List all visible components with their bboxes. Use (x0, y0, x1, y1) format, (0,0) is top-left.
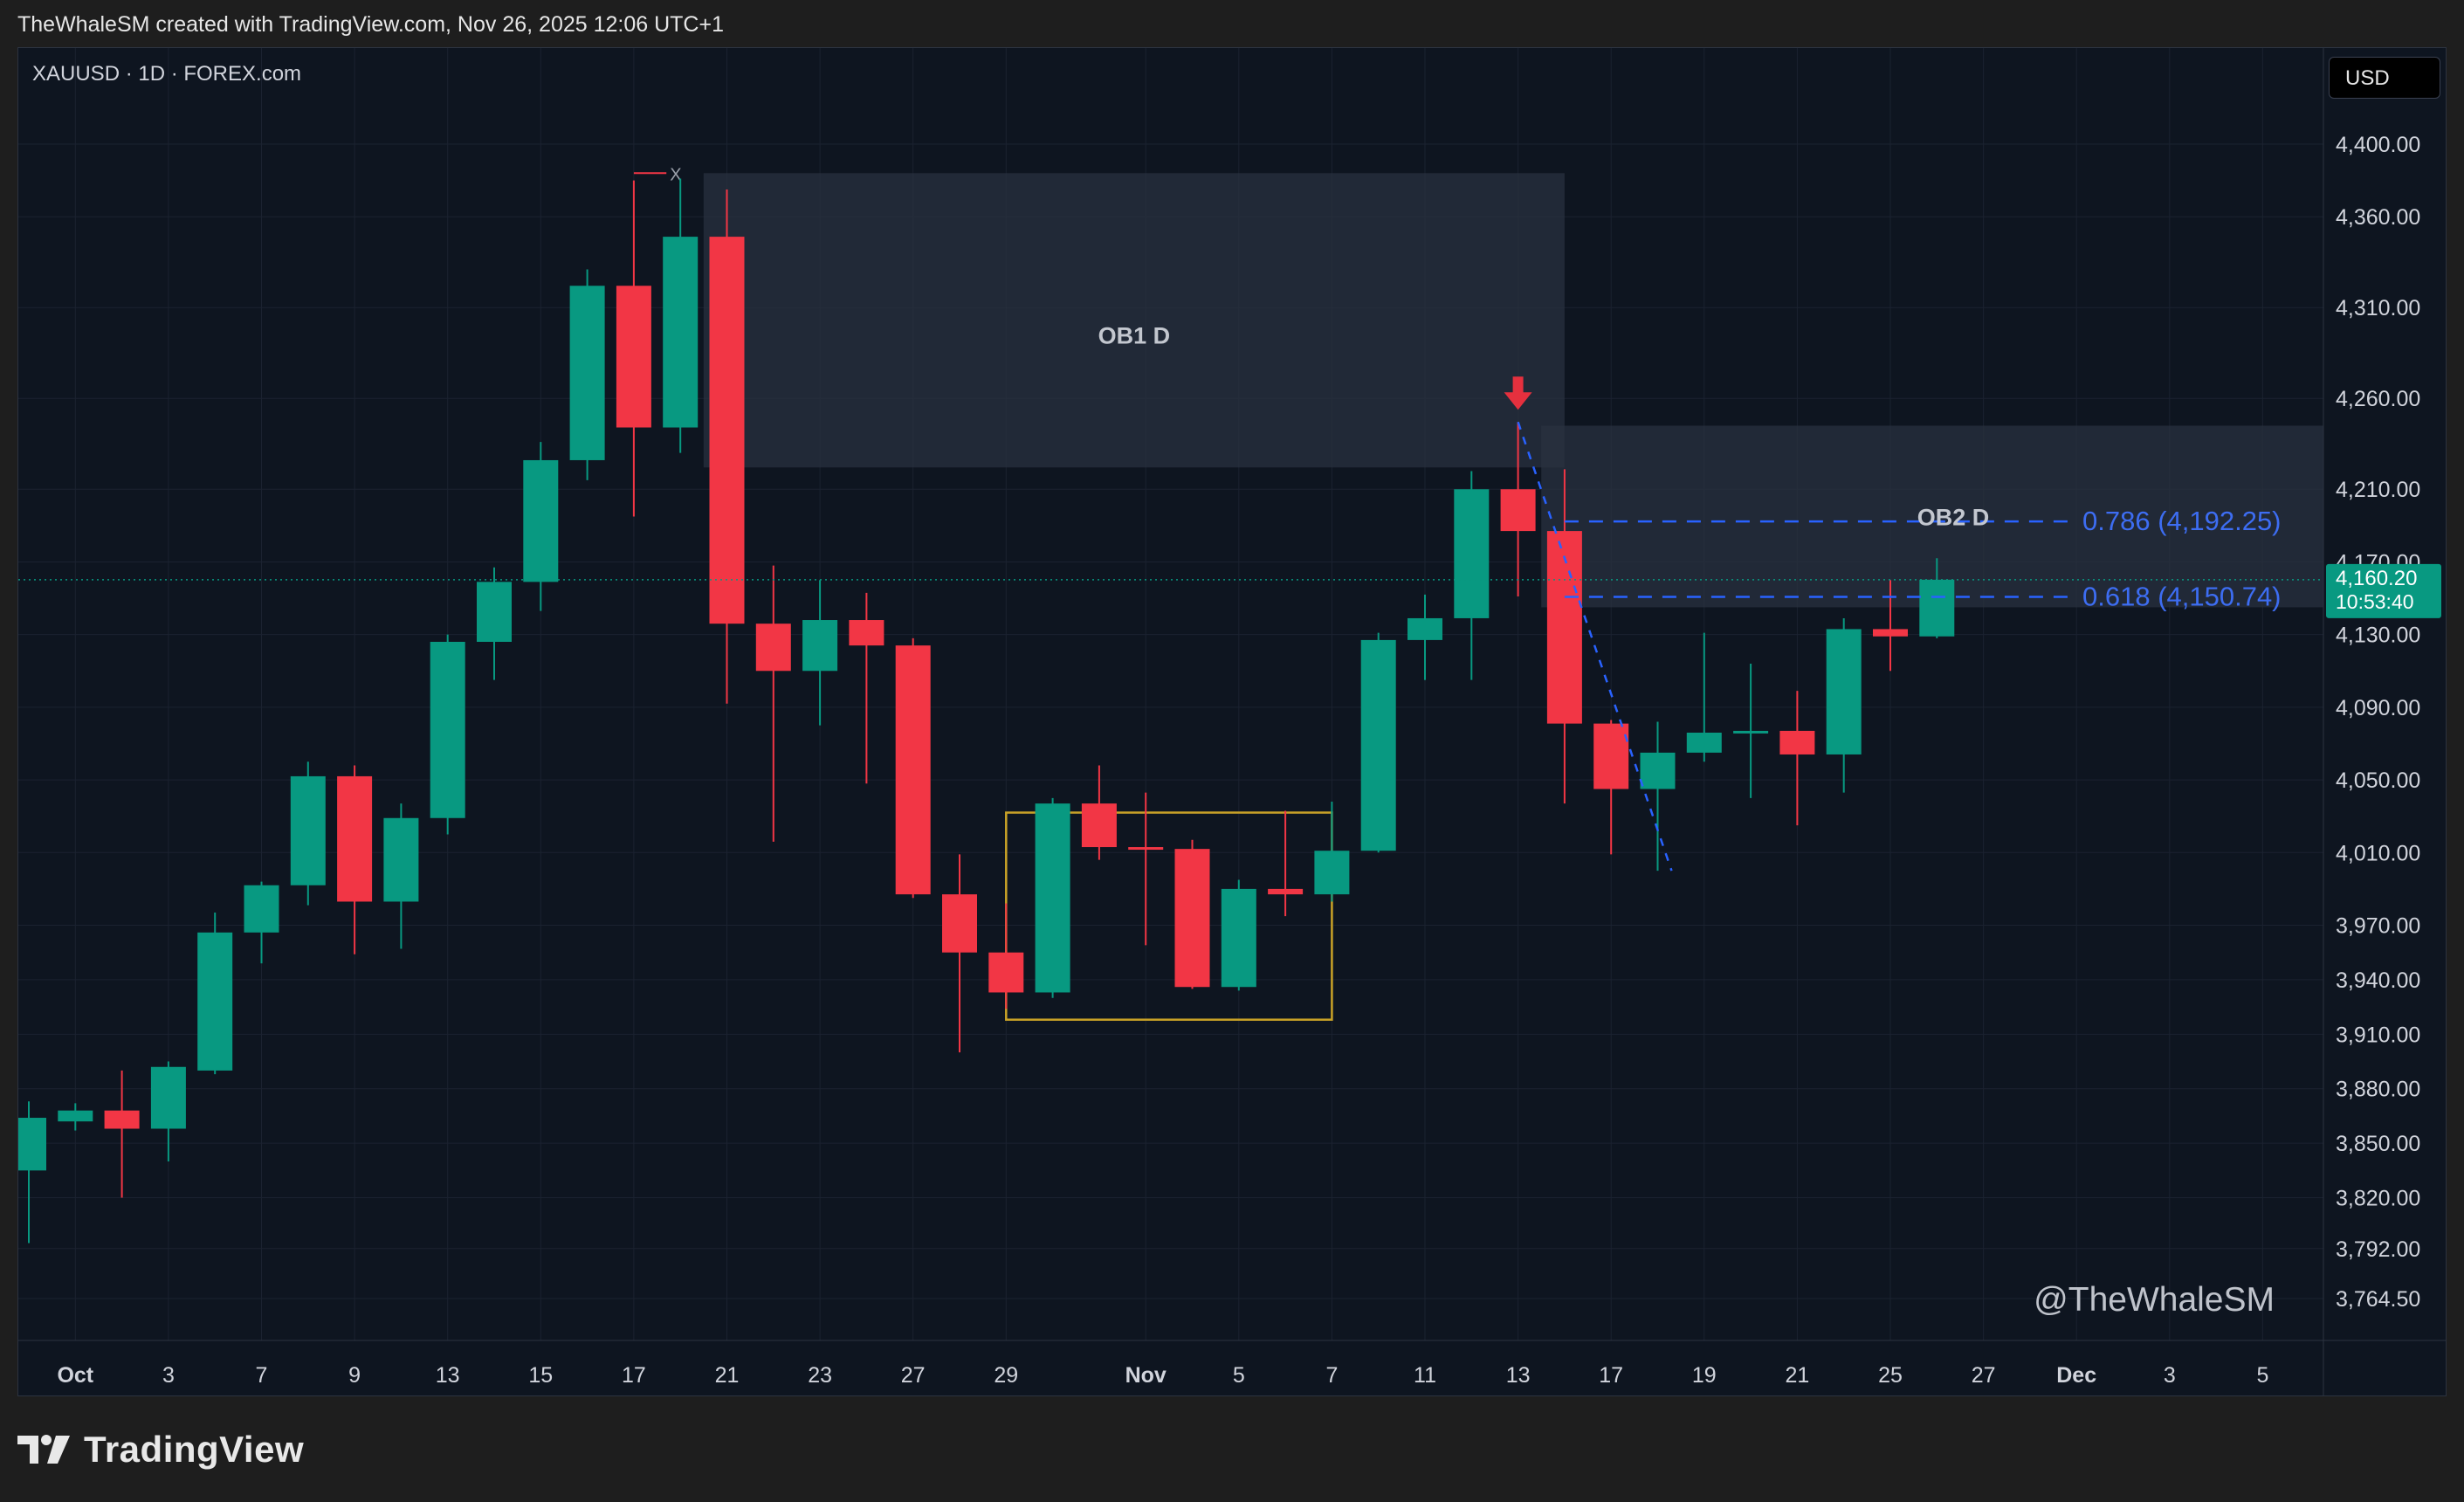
candle-body (1268, 888, 1304, 895)
time-tick-label: 21 (715, 1363, 740, 1388)
candle-body (150, 1066, 186, 1129)
chart-header-text: TheWhaleSM created with TradingView.com,… (17, 12, 724, 37)
price-tick-label: 4,360.00 (2336, 205, 2420, 230)
currency-button[interactable]: USD (2329, 57, 2440, 99)
time-tick-label: 17 (622, 1363, 646, 1388)
time-tick-label: 5 (2256, 1363, 2268, 1388)
price-tick-label: 3,940.00 (2336, 968, 2420, 993)
candle-body (290, 775, 326, 885)
candle-body (523, 459, 559, 582)
time-tick-label: 27 (901, 1363, 926, 1388)
candle-body (1826, 629, 1862, 754)
candle-body (1873, 629, 1908, 637)
price-tick-label: 3,910.00 (2336, 1023, 2420, 1047)
tradingview-logo-icon (17, 1435, 70, 1464)
candle-body (244, 885, 279, 933)
time-tick-label: Oct (57, 1363, 93, 1388)
tradingview-wordmark: TradingView (84, 1429, 305, 1470)
price-tick-label: 4,260.00 (2336, 387, 2420, 411)
time-tick-label: 15 (528, 1363, 553, 1388)
time-tick-label: 21 (1785, 1363, 1809, 1388)
candle-body (988, 952, 1024, 993)
candle-body (1593, 723, 1629, 789)
candlestick-chart[interactable]: X0.786 (4,192.25)0.618 (4,150.74)OB1 DOB… (18, 48, 2447, 1396)
fib-level-label: 0.786 (4,192.25) (2082, 506, 2282, 536)
candle-body (104, 1110, 140, 1129)
symbol-label[interactable]: XAUUSD · 1D · FOREX.com (32, 62, 301, 86)
candle-body (709, 237, 745, 624)
time-tick-label: 9 (348, 1363, 361, 1388)
candle-body (1919, 579, 1955, 637)
candle-body (18, 1118, 46, 1171)
candle-body (1733, 730, 1769, 734)
candle-body (1500, 489, 1536, 532)
current-price-label: 4,160.20 (2336, 567, 2417, 590)
fib-level-label: 0.618 (4,150.74) (2082, 582, 2282, 612)
candle-body (1408, 617, 1442, 640)
time-tick-label: 25 (1878, 1363, 1903, 1388)
price-tick-label: 4,210.00 (2336, 478, 2420, 502)
candle-body (1314, 851, 1350, 895)
candle-body (1779, 730, 1815, 754)
price-tick-label: 4,310.00 (2336, 296, 2420, 320)
candle-body (616, 286, 651, 428)
time-tick-label: 5 (1233, 1363, 1245, 1388)
candle-body (895, 645, 931, 895)
candle-body (337, 775, 373, 902)
price-tick-label: 3,820.00 (2336, 1187, 2420, 1211)
candle-body (802, 620, 838, 672)
price-tick-label: 3,792.00 (2336, 1237, 2420, 1262)
author-watermark: @TheWhaleSM (2034, 1281, 2275, 1319)
price-tick-label: 4,130.00 (2336, 624, 2420, 648)
price-tick-label: 3,880.00 (2336, 1078, 2420, 1102)
time-tick-label: 29 (994, 1363, 1018, 1388)
bar-countdown-label: 10:53:40 (2336, 590, 2414, 613)
time-tick-label: 3 (2164, 1363, 2176, 1388)
candle-body (1221, 888, 1256, 988)
order-block-zone (703, 173, 1565, 468)
candle-body (1454, 489, 1490, 618)
candle-body (942, 894, 977, 953)
time-tick-label: 7 (256, 1363, 268, 1388)
time-tick-label: 11 (1414, 1363, 1436, 1388)
time-tick-label: 3 (162, 1363, 175, 1388)
time-tick-label: Dec (2056, 1363, 2096, 1388)
time-tick-label: Nov (1125, 1363, 1167, 1388)
candle-body (849, 620, 884, 646)
time-tick-label: 13 (436, 1363, 460, 1388)
time-tick-label: 7 (1325, 1363, 1338, 1388)
candle-body (755, 624, 791, 672)
price-tick-label: 3,970.00 (2336, 914, 2420, 939)
tradingview-logo[interactable]: TradingView (17, 1425, 304, 1474)
candle-body (1035, 803, 1070, 993)
price-tick-label: 4,090.00 (2336, 696, 2420, 720)
candle-body (569, 286, 605, 460)
candle-body (1360, 639, 1396, 851)
time-tick-label: 19 (1692, 1363, 1717, 1388)
price-tick-label: 3,764.50 (2336, 1287, 2420, 1312)
order-block-label: OB2 D (1917, 504, 1990, 530)
candle-body (663, 237, 699, 428)
time-tick-label: 13 (1506, 1363, 1531, 1388)
candle-body (1081, 803, 1117, 848)
candle-body (197, 932, 233, 1071)
order-block-label: OB1 D (1098, 323, 1171, 349)
price-tick-label: 4,050.00 (2336, 768, 2420, 793)
price-tick-label: 4,010.00 (2336, 841, 2420, 865)
time-tick-label: 23 (808, 1363, 832, 1388)
price-tick-label: 3,850.00 (2336, 1132, 2420, 1156)
candle-body (1128, 847, 1164, 851)
candle-body (1640, 752, 1676, 789)
candle-body (1174, 849, 1210, 988)
price-tick-label: 4,400.00 (2336, 133, 2420, 157)
candle-body (1686, 733, 1722, 753)
chart-panel[interactable]: X 0.786 (4,192.25) 0.618 (4,150.74) OB1 D OB… (17, 47, 2447, 1396)
candle-body (383, 817, 419, 902)
candle-body (430, 641, 465, 818)
time-tick-label: 27 (1972, 1363, 1996, 1388)
time-tick-label: 17 (1599, 1363, 1623, 1388)
candle-body (477, 582, 512, 642)
candle-body (58, 1110, 93, 1122)
